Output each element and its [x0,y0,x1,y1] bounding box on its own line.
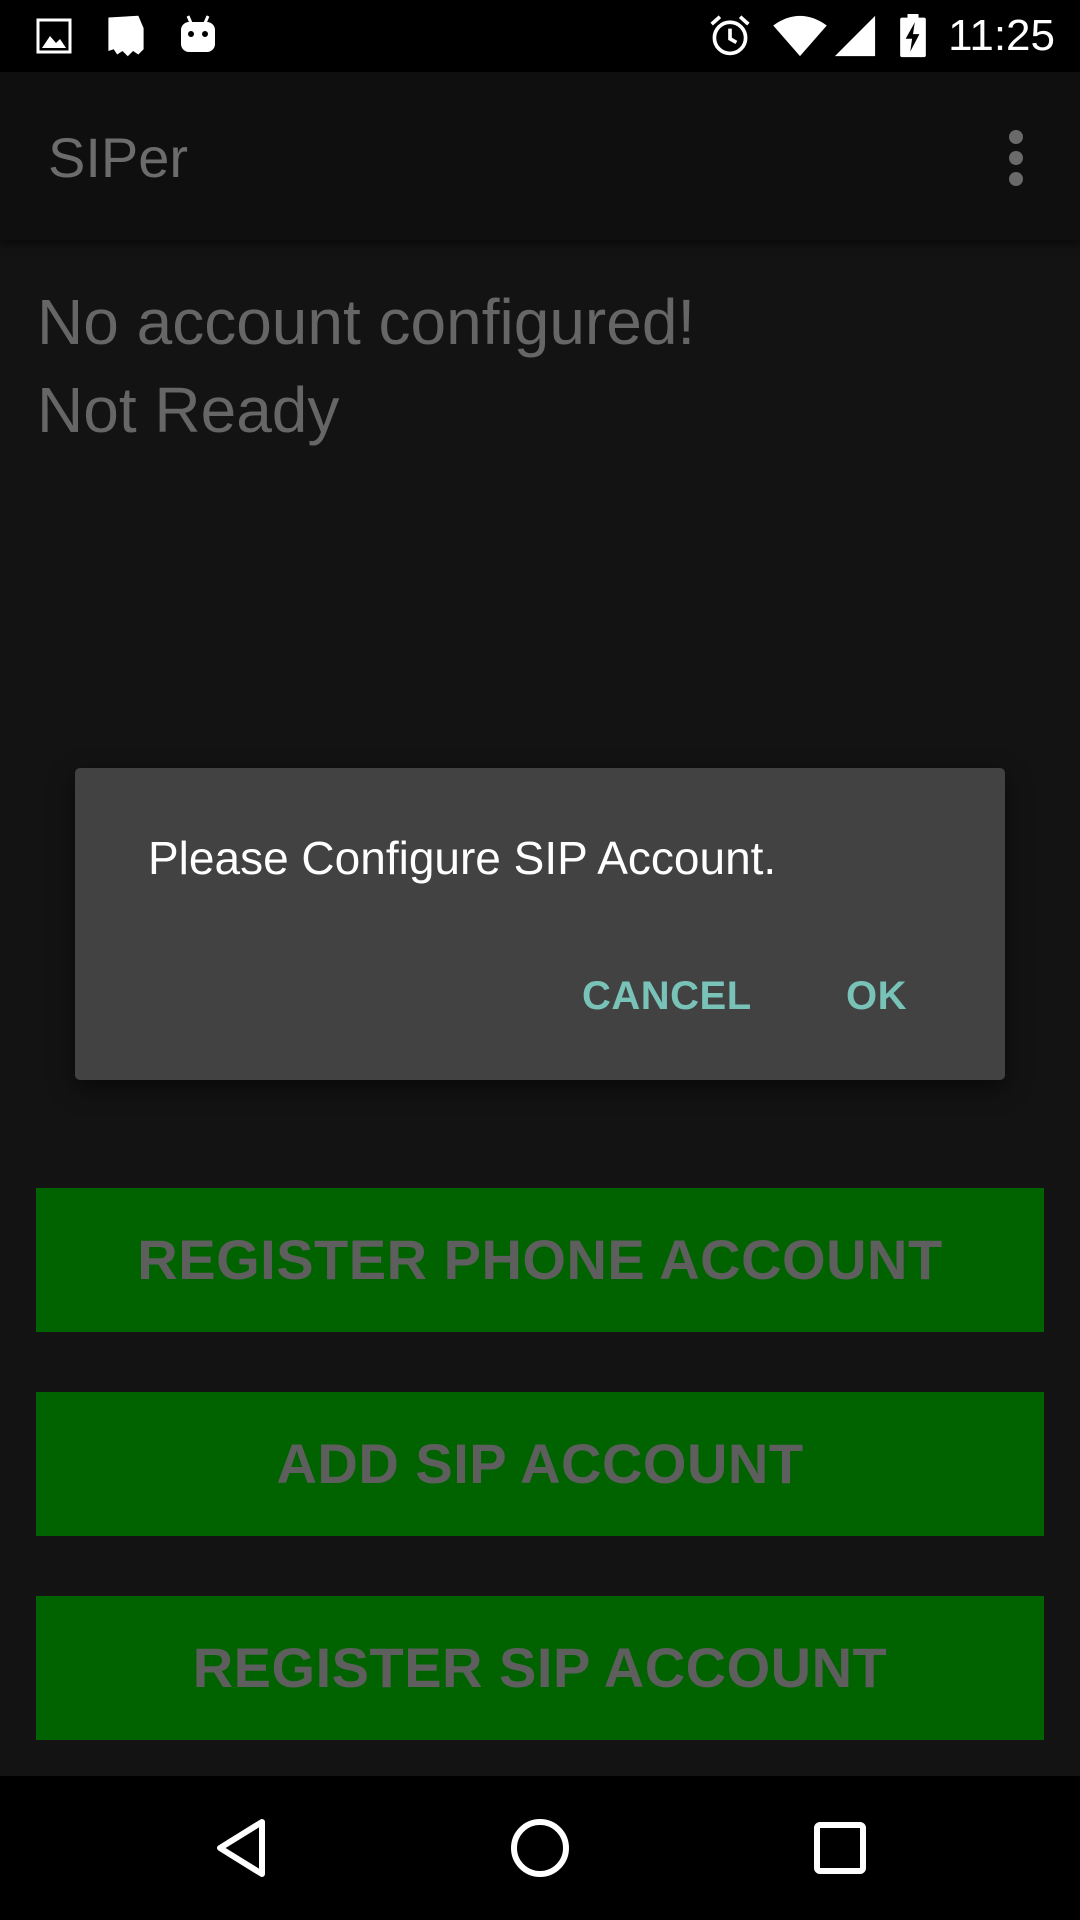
signal-icon [834,15,876,57]
image-icon [36,18,72,54]
ok-button[interactable]: OK [846,968,907,1024]
recents-icon[interactable] [790,1798,890,1898]
status-bar: 11:25 [0,0,1080,72]
register-phone-account-button[interactable]: REGISTER PHONE ACCOUNT [36,1188,1044,1332]
android-icon [181,15,215,52]
home-icon[interactable] [490,1798,590,1898]
dialog-message: Please Configure SIP Account. [148,832,777,884]
ready-status-text: Not Ready [37,374,340,446]
file-icon [108,15,144,57]
app-bar: SIPer [0,72,1080,240]
app-title: SIPer [48,126,189,189]
add-sip-account-button[interactable]: ADD SIP ACCOUNT [36,1392,1044,1536]
cancel-button[interactable]: CANCEL [582,968,752,1024]
wifi-icon [773,15,827,57]
navigation-bar [0,1776,1080,1920]
account-status-text: No account configured! [37,286,696,358]
screen: 11:25 SIPer No account configured! Not R… [0,0,1080,1920]
alarm-icon [710,15,750,56]
configure-account-dialog: Please Configure SIP Account. CANCEL OK [75,768,1005,1080]
back-icon[interactable] [190,1798,290,1898]
overflow-menu-icon[interactable] [982,120,1050,196]
register-sip-account-button[interactable]: REGISTER SIP ACCOUNT [36,1596,1044,1740]
battery-charging-icon [900,14,926,58]
status-time: 11:25 [948,11,1055,60]
